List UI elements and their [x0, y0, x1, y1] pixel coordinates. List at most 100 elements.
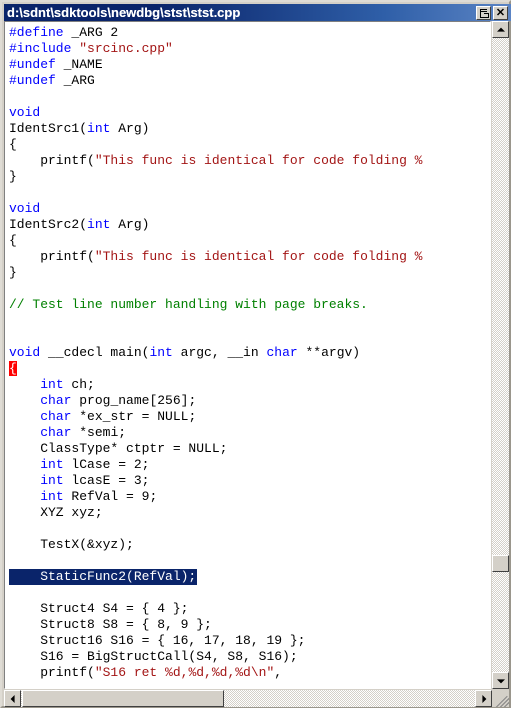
code-line[interactable]: char *semi;	[9, 425, 422, 441]
code-token: lcasE = 3;	[63, 473, 150, 488]
restore-button[interactable]	[476, 5, 491, 20]
source-code-text[interactable]: #define _ARG 2 #include "srcinc.cpp" #unde…	[9, 25, 422, 681]
code-line[interactable]	[9, 553, 422, 569]
code-token: char	[40, 393, 72, 408]
vertical-scrollbar[interactable]	[492, 21, 509, 689]
code-line[interactable]	[9, 521, 422, 537]
code-line[interactable]: char prog_name[256];	[9, 393, 422, 409]
code-line[interactable]	[9, 89, 422, 105]
scroll-left-button[interactable]	[4, 690, 21, 707]
code-token: int	[40, 473, 64, 488]
code-token: argc, __in	[172, 345, 267, 360]
source-editor-viewport[interactable]: #define _ARG 2 #include "srcinc.cpp" #unde…	[6, 23, 490, 688]
code-line[interactable]: S16 = BigStructCall(S4, S8, S16);	[9, 649, 422, 665]
resize-grip[interactable]	[492, 690, 509, 707]
code-token: prog_name[256];	[71, 393, 197, 408]
code-line[interactable]: {	[9, 233, 422, 249]
code-line[interactable]: Struct8 S8 = { 8, 9 };	[9, 617, 422, 633]
code-line[interactable]: void __cdecl main(int argc, __in char **…	[9, 345, 422, 361]
code-token: "srcinc.cpp"	[79, 41, 173, 56]
scroll-right-button[interactable]	[475, 690, 492, 707]
code-line[interactable]: #undef _NAME	[9, 57, 422, 73]
code-token: char	[266, 345, 298, 360]
code-line[interactable]: IdentSrc2(int Arg)	[9, 217, 422, 233]
code-line[interactable]: int lcasE = 3;	[9, 473, 422, 489]
code-token: IdentSrc1(	[9, 121, 88, 136]
code-token: printf(	[9, 665, 95, 680]
code-token: Arg)	[110, 217, 150, 232]
code-token: "S16 ret %d,%d,%d,%d\n"	[94, 665, 275, 680]
code-line[interactable]: int lCase = 2;	[9, 457, 422, 473]
code-token: void	[9, 345, 41, 360]
code-line[interactable]: #define _ARG 2	[9, 25, 422, 41]
code-token: S16 = BigStructCall(S4, S8, S16);	[9, 649, 298, 664]
code-token: int	[40, 377, 64, 392]
code-token: ch;	[63, 377, 95, 392]
code-token: _ARG	[63, 73, 95, 88]
code-line[interactable]: printf("S16 ret %d,%d,%d,%d\n",	[9, 665, 422, 681]
code-line[interactable]	[9, 185, 422, 201]
code-line[interactable]: int ch;	[9, 377, 422, 393]
code-line[interactable]: TestX(&xyz);	[9, 537, 422, 553]
horizontal-scrollbar[interactable]	[4, 690, 492, 707]
code-token: Struct8 S8 = { 8, 9 };	[9, 617, 212, 632]
code-token: StaticFunc2(RefVal);	[9, 569, 197, 584]
code-line[interactable]: char *ex_str = NULL;	[9, 409, 422, 425]
code-token: *ex_str = NULL;	[71, 409, 197, 424]
code-token: "This func is identical for code folding…	[94, 249, 423, 264]
code-line[interactable]: IdentSrc1(int Arg)	[9, 121, 422, 137]
code-token: {	[9, 233, 17, 248]
code-token: **argv)	[297, 345, 361, 360]
code-token: void	[9, 105, 41, 120]
source-editor[interactable]: #define _ARG 2 #include "srcinc.cpp" #unde…	[4, 21, 491, 689]
code-line-breakpoint[interactable]: {	[9, 361, 422, 377]
code-token: *semi;	[71, 425, 127, 440]
code-line[interactable]	[9, 313, 422, 329]
code-token: int	[40, 489, 64, 504]
code-line-selected[interactable]: StaticFunc2(RefVal);	[9, 569, 198, 585]
code-line[interactable]: int RefVal = 9;	[9, 489, 422, 505]
code-line[interactable]: #include "srcinc.cpp"	[9, 41, 422, 57]
code-token: #undef	[9, 57, 64, 72]
code-line[interactable]: printf("This func is identical for code …	[9, 153, 422, 169]
code-line[interactable]: }	[9, 169, 422, 185]
code-line[interactable]: void	[9, 201, 422, 217]
code-line[interactable]: // Test line number handling with page b…	[9, 297, 422, 313]
code-token: _ARG 2	[71, 25, 119, 40]
code-line[interactable]: void	[9, 105, 422, 121]
scroll-up-button[interactable]	[492, 21, 509, 38]
code-line[interactable]	[9, 281, 422, 297]
title-bar[interactable]: d:\sdnt\sdktools\newdbg\stst\stst.cpp ✕	[4, 4, 511, 21]
horizontal-scrollbar-thumb[interactable]	[22, 690, 224, 707]
code-line[interactable]: XYZ xyz;	[9, 505, 422, 521]
code-token: char	[40, 425, 72, 440]
code-token: char	[40, 409, 72, 424]
close-button[interactable]: ✕	[493, 5, 508, 20]
close-icon: ✕	[495, 6, 506, 19]
code-line[interactable]: #undef _ARG	[9, 73, 422, 89]
code-token: __cdecl main(	[40, 345, 150, 360]
code-line[interactable]	[9, 585, 422, 601]
code-token: TestX(&xyz);	[9, 537, 134, 552]
code-line[interactable]: {	[9, 137, 422, 153]
vertical-scrollbar-thumb[interactable]	[492, 555, 509, 572]
scroll-down-button[interactable]	[492, 672, 509, 689]
code-line[interactable]: Struct16 S16 = { 16, 17, 18, 19 };	[9, 633, 422, 649]
code-line[interactable]: }	[9, 265, 422, 281]
code-line[interactable]: Struct4 S4 = { 4 };	[9, 601, 422, 617]
code-line[interactable]: printf("This func is identical for code …	[9, 249, 422, 265]
editor-window: d:\sdnt\sdktools\newdbg\stst\stst.cpp ✕ …	[0, 0, 511, 708]
code-token: void	[9, 201, 41, 216]
code-line[interactable]: ClassType* ctptr = NULL;	[9, 441, 422, 457]
restore-icon	[480, 8, 489, 18]
code-line[interactable]	[9, 329, 422, 345]
code-token: // Test line number handling with page b…	[9, 297, 368, 312]
code-token: printf(	[9, 249, 95, 264]
code-token: "This func is identical for code folding…	[94, 153, 423, 168]
code-token: lCase = 2;	[63, 457, 150, 472]
code-token: printf(	[9, 153, 95, 168]
